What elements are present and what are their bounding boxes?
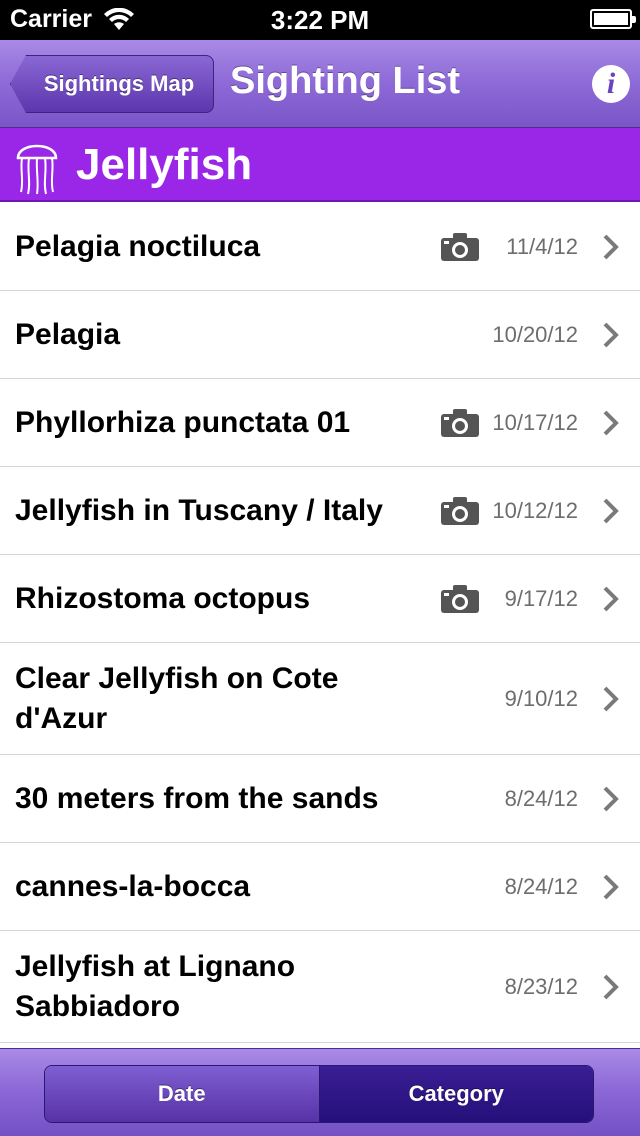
camera-icon	[441, 584, 479, 613]
sighting-date: 10/17/12	[492, 409, 578, 435]
chevron-right-icon	[603, 686, 619, 711]
category-title: Jellyfish	[76, 140, 253, 189]
info-icon[interactable]: i	[592, 65, 630, 103]
sighting-title: Pelagia	[15, 317, 121, 351]
camera-icon	[441, 232, 479, 261]
category-header: Jellyfish	[0, 128, 640, 202]
chevron-right-icon	[603, 874, 619, 899]
segment-date[interactable]: Date	[45, 1066, 320, 1122]
sighting-date: 8/24/12	[504, 873, 578, 899]
sighting-title: Jellyfish at Lignano Sabbiadoro	[15, 949, 296, 1023]
sighting-date: 9/17/12	[504, 585, 578, 611]
battery-icon	[590, 9, 636, 29]
list-item[interactable]: Rhizostoma octopus 9/17/12	[0, 555, 640, 643]
sighting-date: 9/10/12	[504, 685, 578, 711]
sighting-title: Pelagia noctiluca	[15, 229, 261, 263]
camera-icon	[441, 496, 479, 525]
chevron-right-icon	[603, 322, 619, 347]
list-item[interactable]: Pelagia noctiluca 11/4/12	[0, 203, 640, 291]
sighting-title: Phyllorhiza punctata 01	[15, 405, 351, 439]
sighting-list: Pelagia noctiluca 11/4/12 Pelagia 10/20/…	[0, 203, 640, 1043]
back-button[interactable]: Sightings Map	[10, 55, 214, 113]
chevron-right-icon	[603, 234, 619, 259]
list-item[interactable]: Jellyfish in Tuscany / Italy 10/12/12	[0, 467, 640, 555]
chevron-right-icon	[603, 586, 619, 611]
sighting-title: Clear Jellyfish on Cote d'Azur	[15, 661, 339, 735]
sighting-title: 30 meters from the sands	[15, 781, 379, 815]
status-bar: Carrier 3:22 PM	[0, 0, 640, 40]
chevron-right-icon	[603, 498, 619, 523]
sighting-date: 8/23/12	[504, 973, 578, 999]
sighting-date: 11/4/12	[506, 233, 578, 259]
page-title: Sighting List	[230, 60, 461, 102]
jellyfish-icon	[16, 144, 58, 195]
chevron-right-icon	[603, 974, 619, 999]
list-item[interactable]: Clear Jellyfish on Cote d'Azur 9/10/12	[0, 643, 640, 755]
sighting-title: Rhizostoma octopus	[15, 581, 311, 615]
sighting-date: 8/24/12	[504, 785, 578, 811]
chevron-right-icon	[603, 786, 619, 811]
status-time: 3:22 PM	[270, 5, 370, 35]
bottom-toolbar: Date Category	[0, 1048, 640, 1136]
list-item[interactable]: Jellyfish at Lignano Sabbiadoro 8/23/12	[0, 931, 640, 1043]
list-item[interactable]: 30 meters from the sands 8/24/12	[0, 755, 640, 843]
nav-bar: Sightings Map Sighting List i	[0, 40, 640, 128]
segment-category[interactable]: Category	[319, 1066, 593, 1122]
list-item[interactable]: cannes-la-bocca 8/24/12	[0, 843, 640, 931]
list-item[interactable]: Pelagia 10/20/12	[0, 291, 640, 379]
list-item[interactable]: Phyllorhiza punctata 01 10/17/12	[0, 379, 640, 467]
sighting-title: cannes-la-bocca	[15, 869, 251, 903]
sighting-date: 10/20/12	[492, 321, 578, 347]
sighting-title: Jellyfish in Tuscany / Italy	[15, 493, 383, 527]
sighting-date: 10/12/12	[492, 497, 578, 523]
sort-segmented-control: Date Category	[44, 1065, 594, 1123]
chevron-right-icon	[603, 410, 619, 435]
camera-icon	[441, 408, 479, 437]
